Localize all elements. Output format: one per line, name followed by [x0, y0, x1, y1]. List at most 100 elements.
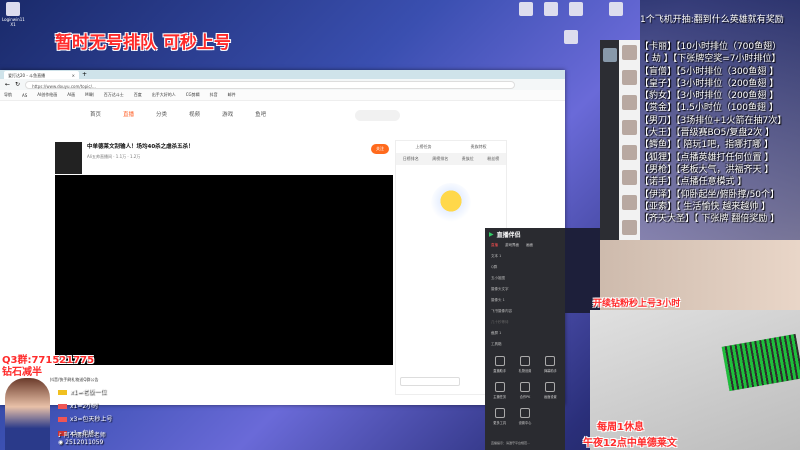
source-item[interactable]: Q群 [485, 262, 565, 273]
nav-video[interactable]: 视频 [189, 110, 200, 118]
app-logo-icon: ▶ [489, 230, 494, 238]
rank-tab[interactable]: 日榜排名 [403, 156, 419, 162]
reward-item: 【诺手】【点播任意模式 】 [640, 177, 747, 188]
desktop-icon[interactable] [515, 2, 537, 28]
gift-icon [58, 417, 67, 423]
follow-button[interactable]: 关注 [371, 144, 389, 154]
mascot-image [431, 183, 471, 223]
bookmark[interactable]: MI刷 [85, 92, 94, 98]
bookmark[interactable]: 抖音 [210, 92, 218, 98]
source-item[interactable]: 五小姐图 [485, 273, 565, 284]
bookmark[interactable]: AI创作绘画 [37, 92, 57, 98]
character-image [5, 378, 50, 450]
streaming-app: ▶ 直播伴侣 直播 游戏界面 画面 文本 1 Q群 五小姐图 摄像头文字 摄像头 … [485, 228, 565, 450]
chat-input[interactable] [400, 377, 460, 386]
contact-avatar[interactable] [622, 70, 637, 85]
nav-category[interactable]: 分类 [156, 110, 167, 118]
reward-item: 【大王】【晋级赛BO5/复盘2次 】 [640, 128, 774, 139]
streamer-header: 中单德莱文刮输人！场均40杀之虐杀五杀！ Ali五帅直播间 · 1.1万 · 1… [55, 142, 393, 174]
source-item[interactable]: 文本 1 [485, 251, 565, 262]
tab-title: 爱打达20 - 斗鱼直播 [8, 72, 46, 78]
source-item[interactable]: 摄像头文字 [485, 284, 565, 295]
nav-home[interactable]: 首页 [90, 110, 101, 118]
tool-button[interactable]: 画面设置 [539, 382, 562, 399]
source-item[interactable]: 截屏 1 [485, 328, 565, 339]
discount-text: 钻石减半 [2, 367, 42, 378]
desktop-icon[interactable] [560, 30, 582, 56]
tab-live[interactable]: 直播 [491, 243, 498, 248]
avatar[interactable] [603, 48, 617, 62]
contact-avatar[interactable] [622, 120, 637, 135]
tool-button[interactable]: 礼物设置 [513, 356, 536, 373]
contact-avatar[interactable] [622, 195, 637, 210]
tab-game[interactable]: 游戏界面 [505, 243, 519, 248]
rank-tab[interactable]: 粉丝榜 [487, 156, 499, 162]
bookmark[interactable]: AI画 [67, 92, 75, 98]
desktop-icon[interactable] [565, 2, 587, 28]
reward-item: 【狐狸】【点播英雄打任何位置 】 [640, 152, 774, 163]
bookmark[interactable]: 百万达斗士 [104, 92, 124, 98]
contact-avatar[interactable] [622, 170, 637, 185]
refresh-icon[interactable]: ↻ [15, 81, 20, 88]
tab-scene[interactable]: 画面 [526, 243, 533, 248]
nav-live[interactable]: 直播 [123, 110, 134, 118]
tool-button[interactable]: 合作PK [513, 382, 536, 399]
gift-label: x1=2小时 [70, 402, 99, 410]
source-item[interactable]: 摄像头 1 [485, 295, 565, 306]
bookmark[interactable]: CG剪辑 [186, 92, 200, 98]
streamer-avatar[interactable] [55, 142, 82, 174]
gift-item: x3=包天秒上号 [58, 413, 112, 427]
gift-overlay: Q3群:771521775 钻石减半 抖音/快手刷礼物送Q群公告 x1=老板一位… [0, 348, 200, 450]
contact-avatar[interactable] [622, 220, 637, 235]
reward-item: 【伊泽】【仰卧起坐/俯卧撑/50个】 [640, 189, 780, 200]
bookmark[interactable]: 邮件 [228, 92, 236, 98]
tool-button[interactable]: 弹幕助手 [539, 356, 562, 373]
bookmark[interactable]: AS [22, 93, 27, 98]
close-icon[interactable]: × [72, 73, 75, 78]
back-icon[interactable]: ← [5, 81, 10, 88]
qq-number: 2512011059 [65, 439, 104, 446]
reward-item: 【卡丽】【10小时排位（700鱼翅） [640, 42, 782, 52]
gift-item: x1=2小时 [58, 400, 112, 414]
video-player[interactable] [55, 175, 393, 365]
desktop-icon[interactable] [605, 2, 627, 28]
reward-item: 【男枪】【老板大气，洪福齐天 】 [640, 164, 774, 175]
rank-tab[interactable]: 贵族位 [462, 156, 474, 162]
qq-icon: ◉ [58, 439, 64, 446]
new-tab-icon[interactable]: + [82, 71, 87, 78]
tool-button[interactable]: 更多工具 [488, 408, 511, 425]
desktop-icon[interactable]: Loginwin11 X1 [2, 2, 25, 28]
contact-avatar[interactable] [622, 145, 637, 160]
reward-item: 【亚索】【 生活愉快 越来越帅 】 [640, 201, 771, 212]
overlay-title: 暂时无号排队 可秒上号 [55, 33, 231, 53]
gift-icon [58, 390, 67, 396]
bookmark[interactable]: 导航 [4, 92, 12, 98]
chat-tab[interactable]: 上榜任务 [416, 144, 432, 150]
contact-avatar[interactable] [622, 95, 637, 110]
bookmark[interactable]: 出手大好的人 [152, 92, 176, 98]
browser-tab[interactable]: 爱打达20 - 斗鱼直播 × [4, 70, 79, 79]
rank-tab[interactable]: 周榜排名 [432, 156, 448, 162]
promo-caption: 开续钻粉秒上号3小时 [593, 299, 681, 309]
gift-item: x1=老板一位 [58, 386, 112, 400]
chat-tab[interactable]: 贵族特权 [471, 144, 487, 150]
desktop-icon-label: Loginwin11 X1 [2, 17, 25, 27]
bookmark[interactable]: 百度 [134, 92, 142, 98]
footer-notice: 直播提示：请遵守平台规范... [491, 441, 530, 445]
source-item[interactable]: 几十秒等待 [485, 317, 565, 328]
tool-button[interactable]: 主播任务 [488, 382, 511, 399]
nav-games[interactable]: 游戏 [222, 110, 233, 118]
douyin-icon: ♪ [58, 432, 62, 439]
gift-label: x3=包天秒上号 [70, 416, 113, 423]
tool-button[interactable]: 设置中心 [513, 408, 536, 425]
nav-yuba[interactable]: 鱼吧 [255, 110, 266, 118]
address-bar[interactable]: https://www.douyu.com/topic/... [25, 80, 516, 89]
reward-title: 1个飞机开抽:翻到什么英雄就有奖励 [640, 15, 784, 25]
reward-item: 【齐天大圣】【 下张牌 翻倍奖励 】 [640, 214, 780, 225]
contact-avatar[interactable] [622, 45, 637, 60]
search-input[interactable] [355, 110, 400, 121]
desktop-icon[interactable] [540, 2, 562, 28]
reward-item: 【鳄鱼】【 陪玩1吧，指哪打哪 】 [640, 140, 773, 151]
tool-button[interactable]: 直播助手 [488, 356, 511, 373]
source-item[interactable]: 飞书摄像内容 [485, 306, 565, 317]
